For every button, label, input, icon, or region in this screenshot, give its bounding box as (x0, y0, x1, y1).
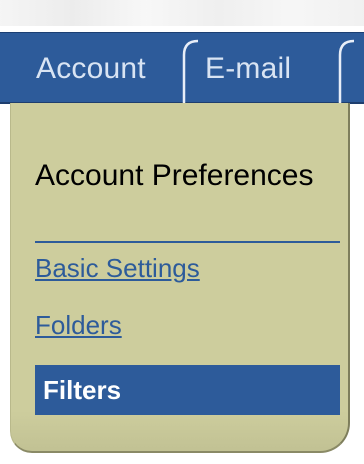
tab-account-label: Account (36, 52, 146, 85)
nav-link-folders[interactable]: Folders (35, 310, 122, 341)
tab-account[interactable]: Account (36, 33, 146, 105)
tab-separator (332, 37, 358, 103)
nav-link-basic-settings[interactable]: Basic Settings (35, 253, 200, 284)
tab-email-label: E-mail (205, 52, 292, 85)
panel-title: Account Preferences (35, 159, 314, 192)
nav-item-filters-active[interactable]: Filters (35, 365, 340, 415)
nav-item-filters-label: Filters (43, 374, 122, 405)
tab-bar: Account E-mail (0, 32, 364, 104)
panel-shading (11, 411, 348, 451)
tab-separator (176, 37, 202, 103)
page-background-strip (0, 0, 364, 26)
tab-email[interactable]: E-mail (205, 33, 291, 105)
preferences-side-panel: Account Preferences Basic Settings Folde… (10, 103, 350, 453)
title-divider (35, 241, 340, 243)
